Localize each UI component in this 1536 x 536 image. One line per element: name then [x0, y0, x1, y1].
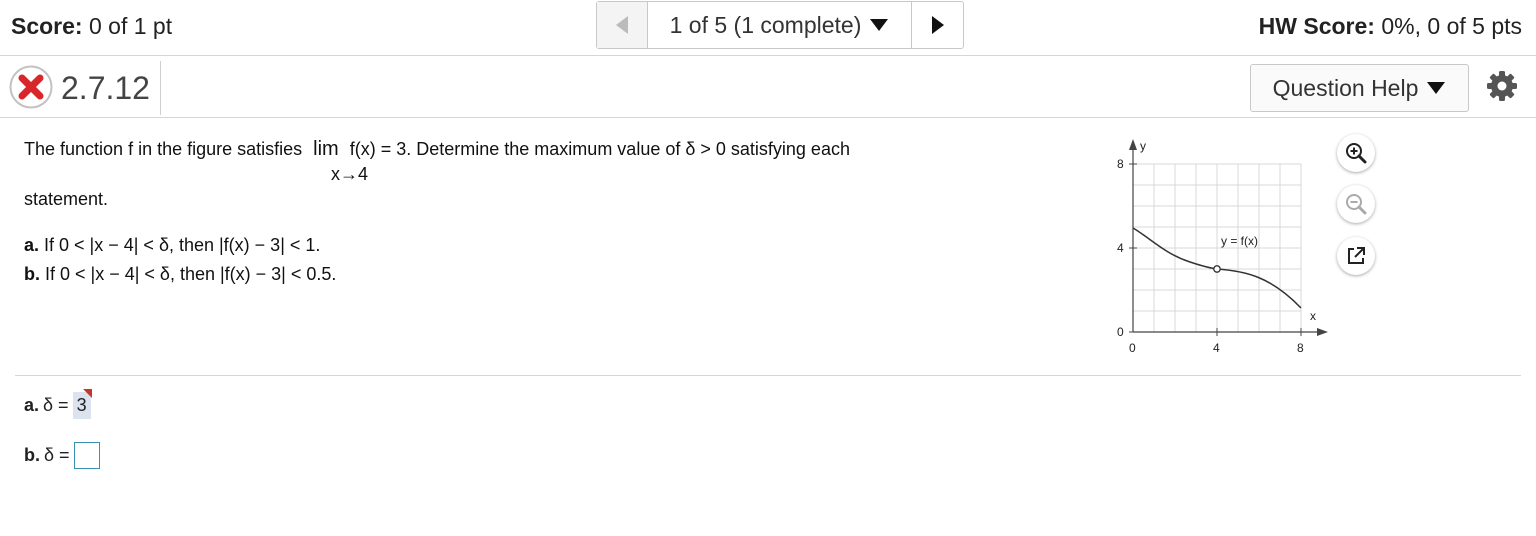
chevron-down-icon: [1427, 82, 1446, 94]
answer-a-row: a. δ = 3: [24, 389, 92, 419]
triangle-left-icon: [616, 16, 628, 34]
question-select[interactable]: 1 of 5 (1 complete): [648, 2, 912, 48]
x-axis-arrow: [1317, 328, 1328, 336]
hole-point: [1213, 265, 1221, 273]
answer-a-value: 3: [76, 395, 87, 415]
prompt-pre: The function f in the figure satisfies: [24, 139, 303, 159]
answer-a-prefix: δ =: [43, 395, 69, 415]
hw-score: HW Score: 0%, 0 of 5 pts: [1259, 13, 1522, 40]
header-divider: [160, 61, 161, 115]
question-number: 2.7.12: [61, 70, 150, 106]
score-label: Score:: [11, 13, 83, 39]
x-tick-8: 8: [1297, 341, 1304, 355]
hw-score-label: HW Score:: [1258, 13, 1375, 39]
zoom-in-icon: [1346, 143, 1367, 164]
part-b-statement: b. If 0 < |x − 4| < δ, then |f(x) − 3| <…: [24, 264, 336, 285]
prompt-line-1: The function f in the figure satisfies l…: [24, 138, 850, 161]
limit-subscript: x→4: [331, 164, 369, 184]
x-circle-icon: [9, 65, 53, 109]
y-axis-label: y: [1140, 139, 1146, 153]
incorrect-flag-icon: [82, 389, 92, 398]
limit-operator: lim: [313, 138, 339, 160]
popout-button[interactable]: [1337, 237, 1375, 275]
answer-b-label: b.: [24, 445, 40, 465]
y-tick-0: 0: [1117, 325, 1124, 339]
x-tick-4: 4: [1213, 341, 1220, 355]
top-bar: Score: 0 of 1 pt 1 of 5 (1 complete) HW …: [0, 0, 1536, 56]
question-help-label: Question Help: [1272, 74, 1419, 101]
prompt-line-2: statement.: [24, 189, 109, 209]
answer-a-input[interactable]: 3: [72, 389, 92, 419]
answer-b-row: b. δ =: [24, 442, 100, 469]
part-b-text: If 0 < |x − 4| < δ, then |f(x) − 3| < 0.…: [45, 264, 337, 284]
popout-icon: [1348, 247, 1365, 264]
answer-divider: [15, 375, 1521, 376]
zoom-in-button[interactable]: [1337, 134, 1375, 172]
question-navigator: 1 of 5 (1 complete): [596, 1, 964, 49]
x-axis-label: x: [1310, 309, 1316, 323]
curve-label: y = f(x): [1221, 234, 1258, 248]
x-tick-0: 0: [1129, 341, 1136, 355]
previous-question-button[interactable]: [597, 2, 648, 48]
hw-score-value: 0%, 0 of 5 pts: [1381, 13, 1522, 39]
part-a-statement: a. If 0 < |x − 4| < δ, then |f(x) − 3| <…: [24, 235, 320, 256]
prompt-post: f(x) = 3. Determine the maximum value of…: [349, 139, 850, 159]
y-tick-4: 4: [1117, 241, 1124, 255]
part-a-text: If 0 < |x − 4| < δ, then |f(x) − 3| < 1.: [44, 235, 321, 255]
answer-b-prefix: δ =: [44, 445, 70, 465]
answer-b-input[interactable]: [73, 442, 100, 469]
next-question-button[interactable]: [912, 2, 963, 48]
chevron-down-icon: [870, 19, 889, 31]
y-tick-8: 8: [1117, 157, 1124, 171]
function-graph: y x 8 4 0 0 4 8 y = f(x): [1117, 139, 1328, 355]
zoom-out-icon: [1346, 194, 1367, 215]
question-select-label: 1 of 5 (1 complete): [669, 11, 862, 38]
graph-grid: [1132, 163, 1302, 333]
y-axis-arrow: [1129, 139, 1137, 150]
score: Score: 0 of 1 pt: [11, 13, 172, 40]
answer-a-label: a.: [24, 395, 40, 415]
gear-icon[interactable]: [1486, 70, 1518, 102]
triangle-right-icon: [931, 16, 944, 34]
part-a-label: a.: [24, 235, 40, 255]
question-help-button[interactable]: Question Help: [1250, 64, 1469, 112]
question-header: 2.7.12 Question Help: [0, 57, 1536, 118]
zoom-out-button[interactable]: [1337, 185, 1375, 223]
score-value: 0 of 1 pt: [88, 13, 173, 39]
part-b-label: b.: [24, 264, 40, 284]
